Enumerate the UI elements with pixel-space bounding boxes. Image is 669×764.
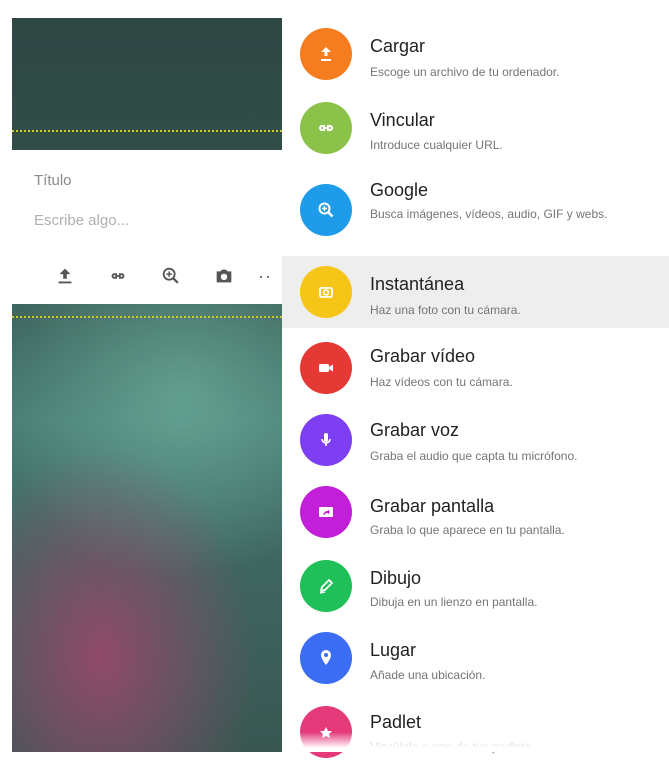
menu-item-lugar[interactable]: Lugar Añade una ubicación. bbox=[282, 620, 669, 692]
menu-item-label: Google bbox=[370, 180, 429, 200]
menu-item-desc: Dibuja en un lienzo en pantalla. bbox=[370, 595, 538, 609]
menu-item-label: Grabar vídeo bbox=[370, 346, 476, 366]
menu-item-padlet[interactable]: Padlet Vincúlalo a otro de tus padlets. bbox=[282, 692, 669, 764]
menu-item-cargar[interactable]: Cargar Escoge un archivo de tu ordenador… bbox=[282, 18, 669, 90]
menu-bottom-fade bbox=[282, 732, 669, 752]
menu-item-desc: Haz una foto con tu cámara. bbox=[370, 303, 521, 317]
upload-icon bbox=[300, 28, 352, 80]
menu-item-grabar-pantalla[interactable]: Grabar pantalla Graba lo que aparece en … bbox=[282, 474, 669, 546]
draw-icon bbox=[300, 560, 352, 612]
card-top-divider bbox=[12, 130, 282, 132]
video-camera-icon bbox=[300, 342, 352, 394]
menu-item-label: Lugar bbox=[370, 640, 417, 660]
menu-item-grabar-video[interactable]: Grabar vídeo Haz vídeos con tu cámara. bbox=[282, 328, 669, 402]
camera-icon bbox=[300, 266, 352, 318]
menu-item-vincular[interactable]: Vincular Introduce cualquier URL. bbox=[282, 90, 669, 162]
menu-item-desc: Escoge un archivo de tu ordenador. bbox=[370, 65, 560, 79]
microphone-icon bbox=[300, 414, 352, 466]
menu-item-desc: Graba lo que aparece en tu pantalla. bbox=[370, 523, 565, 537]
attachment-toolbar: ·· bbox=[52, 262, 272, 290]
menu-item-google[interactable]: Google Busca imágenes, vídeos, audio, GI… bbox=[282, 162, 669, 252]
post-card: Título Escribe algo... ·· bbox=[12, 150, 282, 304]
location-pin-icon bbox=[300, 632, 352, 684]
menu-item-dibujo[interactable]: Dibujo Dibuja en un lienzo en pantalla. bbox=[282, 546, 669, 620]
link-icon bbox=[300, 102, 352, 154]
menu-item-label: Instantánea bbox=[370, 274, 465, 294]
menu-item-label: Vincular bbox=[370, 110, 435, 130]
menu-item-label: Grabar pantalla bbox=[370, 496, 495, 516]
title-field[interactable]: Título bbox=[34, 172, 72, 189]
menu-item-desc: Añade una ubicación. bbox=[370, 668, 486, 682]
menu-item-desc: Graba el audio que capta tu micrófono. bbox=[370, 449, 578, 463]
card-bottom-divider bbox=[12, 316, 282, 318]
menu-item-desc: Haz vídeos con tu cámara. bbox=[370, 375, 513, 389]
menu-item-desc: Introduce cualquier URL. bbox=[370, 138, 503, 152]
menu-item-label: Cargar bbox=[370, 36, 426, 56]
body-field[interactable]: Escribe algo... bbox=[34, 212, 129, 229]
menu-item-label: Dibujo bbox=[370, 568, 422, 588]
menu-item-label: Grabar voz bbox=[370, 420, 460, 440]
link-icon[interactable] bbox=[105, 263, 131, 289]
menu-item-label: Padlet bbox=[370, 712, 422, 732]
screen-record-icon bbox=[300, 486, 352, 538]
more-options-icon[interactable]: ·· bbox=[258, 266, 272, 287]
menu-item-instantanea[interactable]: Instantánea Haz una foto con tu cámara. bbox=[282, 256, 669, 328]
search-zoom-icon bbox=[300, 184, 352, 236]
search-zoom-icon[interactable] bbox=[158, 263, 184, 289]
menu-item-desc: Busca imágenes, vídeos, audio, GIF y web… bbox=[370, 207, 608, 221]
menu-item-grabar-voz[interactable]: Grabar voz Graba el audio que capta tu m… bbox=[282, 402, 669, 474]
camera-icon[interactable] bbox=[211, 263, 237, 289]
board-background: Título Escribe algo... ·· bbox=[12, 18, 282, 752]
upload-icon[interactable] bbox=[52, 263, 78, 289]
attachment-menu: Cargar Escoge un archivo de tu ordenador… bbox=[282, 18, 669, 758]
